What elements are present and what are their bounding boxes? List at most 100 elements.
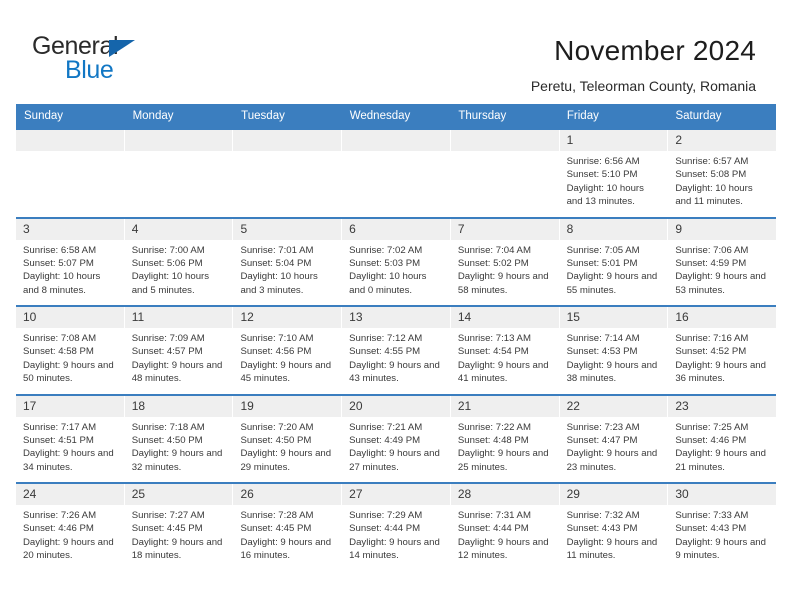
calendar-day-cell[interactable]: 17 Sunrise: 7:17 AM Sunset: 4:51 PM Dayligh… — [16, 395, 125, 482]
sunrise-text: Sunrise: 7:12 AM — [349, 333, 423, 344]
calendar-day-empty — [233, 130, 343, 217]
sunrise-text: Sunrise: 7:16 AM — [675, 333, 749, 344]
sun-info: Sunrise: 7:09 AM Sunset: 4:57 PM Daylight:… — [125, 328, 233, 386]
day-number: 13 — [342, 307, 450, 328]
sunrise-text: Sunrise: 7:32 AM — [566, 510, 640, 521]
sun-info: Sunrise: 7:23 AM Sunset: 4:47 PM Daylight:… — [560, 417, 668, 475]
calendar-day-cell[interactable]: 25 Sunrise: 7:27 AM Sunset: 4:45 PM Dayligh… — [124, 484, 234, 571]
sunrise-text: Sunrise: 7:18 AM — [131, 421, 205, 433]
calendar-day-cell[interactable]: 23 Sunrise: 7:25 AM Sunset: 4:46 PM Dayligh… — [668, 395, 777, 482]
sunrise-text: Sunrise: 7:02 AM — [349, 244, 423, 256]
sunrise-text: Sunrise: 7:00 AM — [131, 244, 205, 256]
calendar-day-cell[interactable]: 14 Sunrise: 7:13 AM Sunset: 4:54 PM Dayligh… — [450, 307, 560, 394]
sunset-text: Sunset: 4:48 PM — [457, 434, 529, 446]
calendar-day-empty — [124, 130, 234, 217]
sunset-text: Sunset: 4:44 PM — [457, 523, 529, 535]
daylight-text: Daylight: 9 hours and 14 minutes. — [349, 536, 440, 562]
calendar-day-cell[interactable]: 28 Sunrise: 7:31 AM Sunset: 4:44 PM Dayligh… — [450, 484, 560, 571]
daylight-text: Daylight: 10 hours and 5 minutes. — [131, 271, 210, 296]
daylight-text: Daylight: 9 hours and 20 minutes. — [23, 536, 114, 562]
sunset-text: Sunset: 5:10 PM — [566, 169, 638, 181]
sun-info: Sunrise: 7:00 AM Sunset: 5:06 PM Daylight:… — [125, 240, 233, 298]
sunset-text: Sunset: 4:45 PM — [131, 523, 203, 535]
calendar-day-cell[interactable]: 3 Sunrise: 6:58 AM Sunset: 5:07 PM Daylight… — [16, 218, 125, 305]
sun-info: Sunrise: 7:33 AM Sunset: 4:43 PM Daylight:… — [668, 505, 776, 563]
day-number: 28 — [450, 484, 559, 505]
calendar-day-empty — [450, 130, 560, 217]
day-number: 11 — [124, 307, 233, 328]
calendar-day-cell[interactable]: 8 Sunrise: 7:05 AM Sunset: 5:01 PM Daylight… — [559, 218, 669, 305]
sunrise-text: Sunrise: 7:21 AM — [349, 421, 423, 433]
calendar-day-cell[interactable]: 26 Sunrise: 7:28 AM Sunset: 4:45 PM Dayligh… — [233, 484, 343, 571]
sunrise-text: Sunrise: 7:01 AM — [240, 244, 314, 256]
sun-info: Sunrise: 7:27 AM Sunset: 4:45 PM Daylight:… — [125, 505, 233, 563]
calendar-day-cell[interactable]: 9 Sunrise: 7:06 AM Sunset: 4:59 PM Daylight… — [668, 218, 777, 305]
calendar-grid: Sunday Monday Tuesday Wednesday Thursday… — [16, 104, 777, 571]
general-blue-logo[interactable]: General Blue — [32, 32, 172, 88]
sunrise-text: Sunrise: 7:06 AM — [675, 244, 749, 256]
sunset-text: Sunset: 4:51 PM — [23, 434, 94, 446]
calendar-day-cell[interactable]: 2 Sunrise: 6:57 AM Sunset: 5:08 PM Daylight… — [668, 130, 777, 217]
sunset-text: Sunset: 4:54 PM — [457, 346, 529, 358]
calendar-day-cell[interactable]: 12 Sunrise: 7:10 AM Sunset: 4:56 PM Dayligh… — [233, 307, 343, 394]
calendar-day-cell[interactable]: 27 Sunrise: 7:29 AM Sunset: 4:44 PM Dayligh… — [342, 484, 451, 571]
calendar-day-cell[interactable]: 13 Sunrise: 7:12 AM Sunset: 4:55 PM Dayligh… — [342, 307, 451, 394]
calendar-day-cell[interactable]: 1 Sunrise: 6:56 AM Sunset: 5:10 PM Daylight… — [559, 130, 669, 217]
sunset-text: Sunset: 5:04 PM — [240, 257, 312, 269]
sun-info: Sunrise: 7:02 AM Sunset: 5:03 PM Daylight:… — [342, 240, 450, 298]
calendar-day-cell[interactable]: 18 Sunrise: 7:18 AM Sunset: 4:50 PM Dayligh… — [124, 395, 234, 482]
calendar-day-cell[interactable]: 29 Sunrise: 7:32 AM Sunset: 4:43 PM Dayligh… — [559, 484, 669, 571]
calendar-day-cell[interactable]: 20 Sunrise: 7:21 AM Sunset: 4:49 PM Dayligh… — [342, 395, 451, 482]
day-number: 2 — [668, 130, 777, 151]
day-number — [450, 130, 559, 151]
calendar-day-cell[interactable]: 22 Sunrise: 7:23 AM Sunset: 4:47 PM Dayligh… — [559, 395, 669, 482]
calendar-day-cell[interactable]: 24 Sunrise: 7:26 AM Sunset: 4:46 PM Dayligh… — [16, 484, 125, 571]
sunrise-text: Sunrise: 7:13 AM — [457, 333, 531, 344]
weekday-header-monday: Monday — [132, 110, 174, 122]
daylight-text: Daylight: 9 hours and 21 minutes. — [675, 448, 766, 473]
page-title: November 2024 — [554, 35, 756, 66]
sun-info: Sunrise: 7:01 AM Sunset: 5:04 PM Daylight:… — [233, 240, 341, 298]
sunrise-text: Sunrise: 7:28 AM — [240, 510, 314, 521]
sun-info: Sunrise: 6:58 AM Sunset: 5:07 PM Daylight:… — [16, 240, 124, 298]
calendar-page: General Blue November 2024 Peretu, Teleo… — [0, 0, 792, 612]
sun-info: Sunrise: 7:06 AM Sunset: 4:59 PM Daylight:… — [668, 240, 776, 298]
day-number — [16, 130, 124, 151]
weekday-header-tuesday: Tuesday — [241, 110, 285, 122]
sunset-text: Sunset: 4:58 PM — [23, 346, 94, 358]
sun-info: Sunrise: 6:56 AM Sunset: 5:10 PM Daylight:… — [560, 151, 668, 209]
calendar-day-cell[interactable]: 21 Sunrise: 7:22 AM Sunset: 4:48 PM Dayligh… — [450, 395, 560, 482]
sun-info: Sunrise: 7:16 AM Sunset: 4:52 PM Daylight:… — [668, 328, 776, 386]
calendar-day-cell[interactable]: 16 Sunrise: 7:16 AM Sunset: 4:52 PM Dayligh… — [668, 307, 777, 394]
daylight-text: Daylight: 9 hours and 23 minutes. — [566, 448, 658, 473]
calendar-week-row: 24 Sunrise: 7:26 AM Sunset: 4:46 PM Dayligh… — [16, 482, 777, 571]
day-number: 20 — [342, 395, 450, 417]
sunset-text: Sunset: 4:57 PM — [131, 346, 203, 358]
day-number: 1 — [559, 130, 668, 151]
sunrise-text: Sunrise: 7:05 AM — [566, 244, 640, 256]
daylight-text: Daylight: 9 hours and 50 minutes. — [23, 359, 114, 385]
sunrise-text: Sunrise: 7:25 AM — [675, 421, 749, 433]
day-number: 21 — [450, 395, 559, 417]
day-number — [124, 130, 233, 151]
day-number — [342, 130, 450, 151]
sun-info: Sunrise: 7:28 AM Sunset: 4:45 PM Daylight:… — [233, 505, 341, 563]
daylight-text: Daylight: 9 hours and 43 minutes. — [349, 359, 440, 385]
sunset-text: Sunset: 4:50 PM — [131, 434, 203, 446]
day-number: 19 — [233, 395, 342, 417]
calendar-day-cell[interactable]: 19 Sunrise: 7:20 AM Sunset: 4:50 PM Dayligh… — [233, 395, 343, 482]
calendar-day-cell[interactable]: 5 Sunrise: 7:01 AM Sunset: 5:04 PM Daylight… — [233, 218, 343, 305]
calendar-day-cell[interactable]: 4 Sunrise: 7:00 AM Sunset: 5:06 PM Daylight… — [124, 218, 234, 305]
sunset-text: Sunset: 4:55 PM — [349, 346, 421, 358]
daylight-text: Daylight: 9 hours and 18 minutes. — [131, 536, 223, 562]
daylight-text: Daylight: 9 hours and 25 minutes. — [457, 448, 549, 473]
calendar-day-cell[interactable]: 30 Sunrise: 7:33 AM Sunset: 4:43 PM Dayligh… — [668, 484, 777, 571]
calendar-day-cell[interactable]: 6 Sunrise: 7:02 AM Sunset: 5:03 PM Daylight… — [342, 218, 451, 305]
calendar-day-cell[interactable]: 15 Sunrise: 7:14 AM Sunset: 4:53 PM Dayligh… — [559, 307, 669, 394]
calendar-day-cell[interactable]: 11 Sunrise: 7:09 AM Sunset: 4:57 PM Dayligh… — [124, 307, 234, 394]
calendar-day-cell[interactable]: 10 Sunrise: 7:08 AM Sunset: 4:58 PM Dayligh… — [16, 307, 125, 394]
daylight-text: Daylight: 9 hours and 16 minutes. — [240, 536, 332, 562]
calendar-day-cell[interactable]: 7 Sunrise: 7:04 AM Sunset: 5:02 PM Daylight… — [450, 218, 560, 305]
day-number: 18 — [124, 395, 233, 417]
weekday-header-row: Sunday Monday Tuesday Wednesday Thursday… — [16, 104, 776, 128]
